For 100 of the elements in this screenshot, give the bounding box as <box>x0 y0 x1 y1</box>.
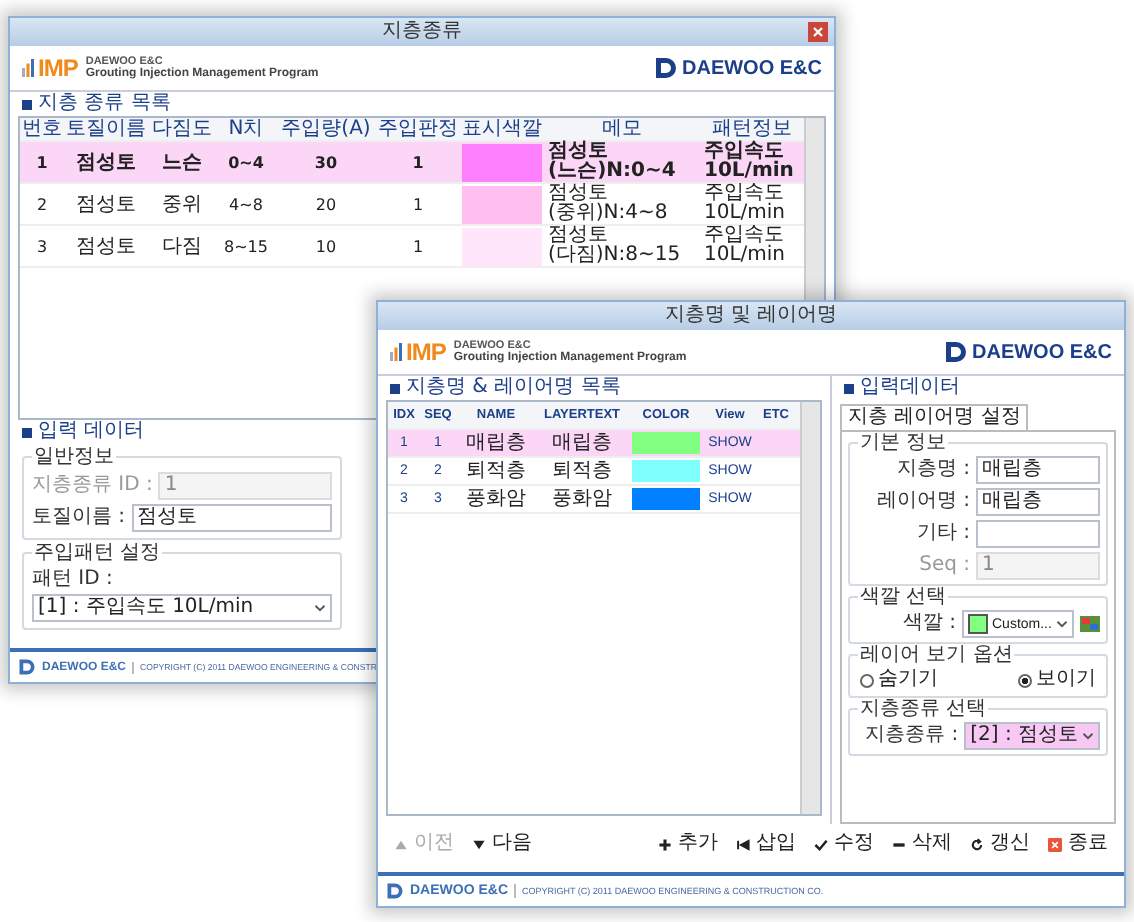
column-header: 토질이름 <box>64 118 148 140</box>
swoosh-logo-icon <box>18 658 36 676</box>
window-title: 지층명 및 레이어명 <box>664 304 838 328</box>
bullet-icon <box>22 427 32 437</box>
column-header: 번호 <box>20 118 64 140</box>
table-cell-text: 점성토(중위)N:4~8 <box>546 184 670 224</box>
tab[interactable]: 지층 레이어명 설정 <box>840 404 1029 430</box>
toolbar-button[interactable]: 갱신 <box>966 832 1034 856</box>
dropdown[interactable]: [2] : 점성토 <box>964 722 1100 750</box>
bullet-icon <box>390 383 400 393</box>
input-field[interactable]: 매립층 <box>976 488 1100 516</box>
field-label: 토질이름 : <box>32 506 126 530</box>
table-cell-text: 느슨 <box>160 151 204 173</box>
field-label: 색깔 : <box>902 612 956 636</box>
input-field[interactable]: 매립층 <box>976 456 1100 484</box>
group-title: 기본 정보 <box>858 432 949 454</box>
table-cell-text: 1 <box>410 235 426 257</box>
table-cell-text: 주입속도 10L/min <box>702 142 796 182</box>
table-cell-text: 4~8 <box>227 193 265 215</box>
radio-button[interactable]: 보이기 <box>1018 668 1096 692</box>
column-header: 주입량(A) <box>279 118 373 140</box>
field-label: 패턴 ID : <box>32 568 115 592</box>
swoosh-logo-icon <box>944 340 968 364</box>
column-header: N치 <box>226 118 266 140</box>
caret-icon <box>1055 620 1068 628</box>
bullet-icon <box>22 99 32 109</box>
table-cell-text: 점성토 <box>74 151 138 173</box>
dropdown[interactable]: [1] : 주입속도 10L/min <box>32 594 332 622</box>
group-title: 레이어 보기 옵션 <box>858 644 1015 666</box>
input-field[interactable] <box>976 520 1100 548</box>
close-icon <box>1048 837 1062 851</box>
company-logo: DAEWOO E&C <box>972 341 1112 363</box>
scrollbar[interactable] <box>800 402 820 814</box>
skip-back-icon <box>736 837 750 851</box>
field-label: 지층종류 : <box>865 724 959 748</box>
bars-icon <box>22 58 34 78</box>
field-label: 지층명 : <box>896 458 970 482</box>
field-label: 지층종류 ID : <box>32 474 153 498</box>
table-row[interactable]: 3 점성토 다짐 8~15 10 1 점성토(다짐)N:8~15 주입속도 10L/min <box>20 226 804 268</box>
caret-icon <box>1082 732 1094 740</box>
toolbar-button[interactable]: 수정 <box>810 832 878 856</box>
section-title: 입력데이터 <box>860 376 960 400</box>
window-title: 지층종류 <box>382 20 462 44</box>
input-field[interactable]: 점성토 <box>131 504 332 532</box>
table-cell-text: 점성토 <box>74 193 138 215</box>
toolbar-button[interactable]: 삽입 <box>732 832 800 856</box>
table-cell-text: 주입속도 10L/min <box>702 226 788 266</box>
company-logo: DAEWOO E&C <box>682 57 822 79</box>
table-cell-text: 3 <box>34 235 50 257</box>
toolbar-button[interactable]: 삭제 <box>888 832 956 856</box>
section-title: 지층명 & 레이어명 목록 <box>406 376 621 400</box>
logo-mark: IMP <box>38 54 78 82</box>
table-cell-text: 0~4 <box>226 151 266 173</box>
bars-icon <box>390 342 402 362</box>
table-cell-text: 점성토(다짐)N:8~15 <box>546 226 683 266</box>
group-title: 주입패턴 설정 <box>32 542 163 564</box>
logo-mark: IMP <box>406 338 446 366</box>
field-label: Seq : <box>919 554 970 578</box>
table-cell-text: 1 <box>34 151 50 173</box>
triangle-down-icon <box>472 837 486 851</box>
plus-icon <box>658 837 672 851</box>
toolbar-button[interactable]: 종료 <box>1044 832 1112 856</box>
radio-button[interactable]: 숨기기 <box>860 668 938 692</box>
table-row[interactable]: 2 점성토 중위 4~8 20 1 점성토(중위)N:4~8 주입속도 10L/min <box>20 184 804 226</box>
toolbar-button[interactable]: 추가 <box>654 832 722 856</box>
table-cell-text: 2 <box>34 193 50 215</box>
table-cell-text: 점성토 <box>74 235 138 257</box>
table-cell-text: 1 <box>410 193 426 215</box>
swoosh-logo-icon <box>654 56 678 80</box>
triangle-up-icon <box>394 837 408 851</box>
column-header: 패턴정보 <box>710 118 794 140</box>
group-title: 지층종류 선택 <box>858 698 989 720</box>
table-cell-text: 8~15 <box>222 235 270 257</box>
table-cell-text: 매립층 <box>550 431 614 455</box>
table-cell-text: 퇴적층 <box>464 459 528 483</box>
table-cell-text: 30 <box>312 151 340 173</box>
field-label: 레이어명 : <box>876 490 970 514</box>
column-header: 표시색깔 <box>460 118 544 140</box>
palette-icon[interactable] <box>1080 616 1100 632</box>
column-header: 주입판정 <box>376 118 460 140</box>
minus-icon <box>892 837 906 851</box>
table-cell-text: 매립층 <box>464 431 528 455</box>
check-icon <box>814 837 828 851</box>
table-cell-text: 주입속도 10L/min <box>702 184 788 224</box>
column-header: 메모 <box>600 118 644 140</box>
column-header: 다짐도 <box>150 118 214 140</box>
bullet-icon <box>844 383 854 393</box>
close-icon[interactable] <box>808 22 828 42</box>
table-cell-text: 풍화암 <box>550 487 614 511</box>
section-title: 입력 데이터 <box>38 420 145 444</box>
table-row[interactable]: 1 점성토 느슨 0~4 30 1 점성토(느슨)N:0~4 주입속도 10L/min <box>20 142 804 184</box>
toolbar-button[interactable]: 다음 <box>468 832 536 856</box>
table-cell-text: 20 <box>313 193 339 215</box>
table-cell-text: 다짐 <box>160 235 204 257</box>
swoosh-logo-icon <box>386 882 404 900</box>
table-cell-text: 풍화암 <box>464 487 528 511</box>
group-title: 일반정보 <box>32 446 116 468</box>
table-cell-text: 중위 <box>160 193 204 215</box>
table-cell-text: 10 <box>313 235 339 257</box>
table-cell-text: 점성토(느슨)N:0~4 <box>546 142 678 182</box>
